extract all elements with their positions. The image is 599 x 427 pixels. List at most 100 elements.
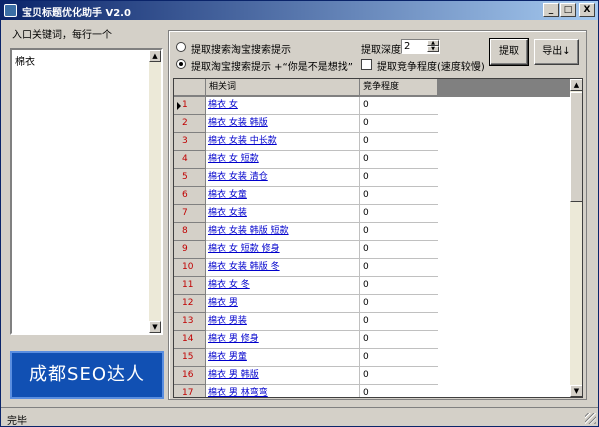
keyword-link[interactable]: 棉衣 女装 清仓 — [208, 172, 268, 182]
compete-checkbox[interactable] — [361, 59, 372, 70]
status-bar: 完毕 — [1, 407, 598, 427]
competition-cell: 0 — [360, 277, 438, 295]
header-competition[interactable]: 竞争程度 — [360, 79, 438, 96]
depth-spinner[interactable]: 2 ▲ ▼ — [401, 39, 440, 54]
keyword-link[interactable]: 棉衣 女 — [208, 100, 238, 110]
depth-value: 2 — [404, 41, 411, 52]
keyword-cell: 棉衣 女 — [206, 97, 360, 115]
export-button[interactable]: 导出↓ — [534, 39, 579, 65]
radio-search-hint-plus[interactable] — [176, 59, 186, 69]
row-number: 7 — [174, 205, 206, 223]
table-scroll-up-icon[interactable]: ▲ — [570, 79, 582, 91]
table-row[interactable]: 5 棉衣 女装 清仓 0 — [174, 169, 438, 187]
row-number: 12 — [174, 295, 206, 313]
keyword-cell: 棉衣 女童 — [206, 187, 360, 205]
resize-grip-icon[interactable] — [585, 413, 596, 424]
results-table: 相关词 竞争程度 1 棉衣 女 0 2 棉衣 女装 韩版 0 3 棉衣 女装 中长款 0 4 棉衣 … — [173, 78, 583, 398]
keyword-link[interactable]: 棉衣 男 韩版 — [208, 370, 259, 380]
keyword-cell: 棉衣 女装 韩版 短款 — [206, 223, 360, 241]
table-row[interactable]: 11 棉衣 女 冬 0 — [174, 277, 438, 295]
table-scroll-thumb[interactable] — [570, 92, 582, 202]
extract-button[interactable]: 提取 — [489, 38, 529, 66]
keyword-link[interactable]: 棉衣 女装 韩版 — [208, 118, 268, 128]
table-row[interactable]: 8 棉衣 女装 韩版 短款 0 — [174, 223, 438, 241]
table-row[interactable]: 10 棉衣 女装 韩版 冬 0 — [174, 259, 438, 277]
keyword-cell: 棉衣 男 修身 — [206, 331, 360, 349]
table-row[interactable]: 9 棉衣 女 短款 修身 0 — [174, 241, 438, 259]
competition-cell: 0 — [360, 349, 438, 367]
table-row[interactable]: 4 棉衣 女 短款 0 — [174, 151, 438, 169]
app-icon — [4, 4, 17, 17]
keyword-link[interactable]: 棉衣 女童 — [208, 190, 247, 200]
keyword-link[interactable]: 棉衣 男 — [208, 298, 238, 308]
keyword-link[interactable]: 棉衣 男童 — [208, 352, 247, 362]
table-row[interactable]: 14 棉衣 男 修身 0 — [174, 331, 438, 349]
row-number: 6 — [174, 187, 206, 205]
table-scrollbar[interactable]: ▲ ▼ — [570, 79, 582, 397]
window-title: 宝贝标题优化助手 V2.0 — [22, 8, 131, 19]
row-number: 2 — [174, 115, 206, 133]
table-row[interactable]: 2 棉衣 女装 韩版 0 — [174, 115, 438, 133]
maximize-button[interactable]: □ — [560, 3, 576, 17]
table-row[interactable]: 1 棉衣 女0 — [174, 97, 438, 115]
table-row[interactable]: 15 棉衣 男童 0 — [174, 349, 438, 367]
scroll-up-icon[interactable]: ▲ — [149, 50, 161, 62]
keyword-cell: 棉衣 女装 韩版 冬 — [206, 259, 360, 277]
competition-cell: 0 — [360, 259, 438, 277]
row-number: 5 — [174, 169, 206, 187]
keyword-link[interactable]: 棉衣 女 短款 — [208, 154, 259, 164]
keyword-link[interactable]: 棉衣 男装 — [208, 316, 247, 326]
keyword-link[interactable]: 棉衣 女装 韩版 冬 — [208, 262, 280, 272]
keywords-textarea[interactable]: 棉衣 ▲ ▼ — [10, 48, 163, 335]
textarea-scrollbar[interactable]: ▲ ▼ — [149, 50, 161, 333]
header-related-words[interactable]: 相关词 — [206, 79, 360, 96]
row-number: 9 — [174, 241, 206, 259]
keyword-link[interactable]: 棉衣 男 修身 — [208, 334, 259, 344]
keyword-cell: 棉衣 女 短款 修身 — [206, 241, 360, 259]
keyword-cell: 棉衣 女 冬 — [206, 277, 360, 295]
close-button[interactable]: X — [579, 3, 595, 17]
keyword-cell: 棉衣 男装 — [206, 313, 360, 331]
table-row[interactable]: 12 棉衣 男 0 — [174, 295, 438, 313]
row-number: 16 — [174, 367, 206, 385]
radio-search-hint[interactable] — [176, 42, 186, 52]
table-row[interactable]: 6 棉衣 女童 0 — [174, 187, 438, 205]
competition-cell: 0 — [360, 295, 438, 313]
keyword-cell: 棉衣 女 短款 — [206, 151, 360, 169]
status-text: 完毕 — [7, 416, 27, 427]
keyword-cell: 棉衣 女装 清仓 — [206, 169, 360, 187]
keyword-cell: 棉衣 男 韩版 — [206, 367, 360, 385]
keyword-link[interactable]: 棉衣 女 短款 修身 — [208, 244, 280, 254]
depth-label: 提取深度 — [361, 45, 401, 56]
row-number: 4 — [174, 151, 206, 169]
row-number: 14 — [174, 331, 206, 349]
keyword-cell: 棉衣 男 — [206, 295, 360, 313]
competition-cell: 0 — [360, 331, 438, 349]
table-row[interactable]: 7 棉衣 女装 0 — [174, 205, 438, 223]
spinner-buttons[interactable]: ▲ ▼ — [427, 40, 439, 53]
table-row[interactable]: 13 棉衣 男装 0 — [174, 313, 438, 331]
radio-search-hint-label[interactable]: 提取搜索淘宝搜索提示 — [191, 41, 291, 56]
keyword-link[interactable]: 棉衣 女装 — [208, 208, 247, 218]
keyword-link[interactable]: 棉衣 女装 中长款 — [208, 136, 277, 146]
table-empty-area — [438, 97, 571, 397]
table-scroll-down-icon[interactable]: ▼ — [570, 385, 582, 397]
keyword-link[interactable]: 棉衣 女 冬 — [208, 280, 250, 290]
keyword-link[interactable]: 棉衣 女装 韩版 短款 — [208, 226, 289, 236]
scroll-down-icon[interactable]: ▼ — [149, 321, 161, 333]
spin-down-icon[interactable]: ▼ — [427, 46, 439, 52]
row-number: 17 — [174, 385, 206, 397]
table-row[interactable]: 3 棉衣 女装 中长款 0 — [174, 133, 438, 151]
keyword-cell: 棉衣 女装 — [206, 205, 360, 223]
competition-cell: 0 — [360, 223, 438, 241]
keyword-link[interactable]: 棉衣 男 林弯弯 — [208, 388, 268, 397]
minimize-button[interactable]: _ — [543, 3, 559, 17]
compete-label[interactable]: 提取竞争程度(速度较慢) — [377, 58, 485, 73]
competition-cell: 0 — [360, 187, 438, 205]
competition-cell: 0 — [360, 133, 438, 151]
table-row[interactable]: 17 棉衣 男 林弯弯 0 — [174, 385, 438, 397]
table-row[interactable]: 16 棉衣 男 韩版 0 — [174, 367, 438, 385]
seo-banner: 成都SEO达人 — [10, 351, 164, 399]
radio-search-hint-plus-label[interactable]: 提取淘宝搜索提示 +“你是不是想找” — [191, 58, 353, 73]
title-bar: 宝贝标题优化助手 V2.0 _ □ X — [1, 1, 598, 20]
